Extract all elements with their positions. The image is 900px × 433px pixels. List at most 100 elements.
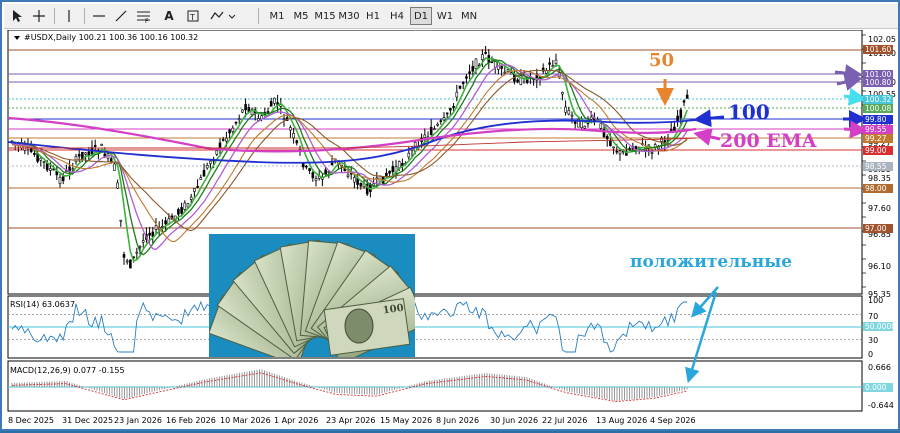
candle-body <box>42 161 46 163</box>
timeframe-w1[interactable]: W1 <box>434 7 456 25</box>
candle-body <box>116 182 119 189</box>
candle-body <box>39 157 43 161</box>
candle-body <box>138 245 142 248</box>
price-axis-label: 102.05 <box>868 35 896 44</box>
candle-body <box>449 108 452 111</box>
price-axis-label: 98.35 <box>868 174 891 183</box>
candle-body <box>653 144 657 148</box>
timeframe-m5[interactable]: M5 <box>290 7 312 25</box>
price-tag: 99.27 <box>863 134 893 143</box>
price-tag: 100.80 <box>863 78 893 87</box>
candle-body <box>154 225 158 230</box>
candle-body <box>589 116 593 120</box>
vertical-line-icon[interactable] <box>60 7 78 25</box>
price-tag: 99.55 <box>863 125 893 134</box>
ma50-annotation: 50 <box>649 50 675 71</box>
candle-body <box>93 144 97 147</box>
candle-body <box>269 101 273 107</box>
rsi-axis-label: 70 <box>868 312 879 321</box>
candle-body <box>679 109 683 118</box>
money-photo: 100 <box>209 234 415 357</box>
candle-body <box>205 165 209 169</box>
candle-body <box>273 97 276 104</box>
candle-body <box>221 139 225 141</box>
candle-body <box>119 219 123 222</box>
candle-body <box>461 82 465 84</box>
rsi-axis-label: 0 <box>868 350 874 359</box>
candle-body <box>125 260 129 263</box>
candle-body <box>423 134 427 138</box>
chart-area[interactable] <box>6 30 898 430</box>
candle-body <box>215 150 219 155</box>
timeframe-m1[interactable]: M1 <box>266 7 288 25</box>
date-axis-label: 4 Sep 2026 <box>650 416 696 425</box>
price-tag: 99.80 <box>863 115 893 124</box>
candle-body <box>148 232 151 236</box>
candle-body <box>183 202 187 210</box>
candle-body <box>305 165 308 168</box>
candle-body <box>231 127 235 132</box>
candle-body <box>266 111 270 113</box>
macd-axis-label: 0.666 <box>868 363 891 372</box>
candle-body <box>442 117 446 121</box>
svg-text:T: T <box>189 13 195 22</box>
price-axis-label: 97.60 <box>868 204 891 213</box>
candle-body <box>49 168 52 171</box>
timeframe-h1[interactable]: H1 <box>362 7 384 25</box>
candle-body <box>314 178 318 181</box>
candle-body <box>247 106 251 112</box>
price-tag: 98.00 <box>863 184 893 193</box>
candle-body <box>561 92 564 95</box>
candle-body <box>605 136 609 140</box>
symbol-info: #USDX,Daily 100.21 100.36 100.16 100.32 <box>24 33 199 42</box>
timeframe-m30[interactable]: M30 <box>338 7 360 25</box>
candle-body <box>660 137 663 142</box>
candle-body <box>324 169 327 175</box>
candle-body <box>177 209 180 215</box>
candle-body <box>481 54 484 60</box>
candle-body <box>506 69 510 72</box>
horizontal-line-icon[interactable] <box>90 7 108 25</box>
shapes-icon[interactable] <box>208 7 238 25</box>
candle-body <box>289 127 292 131</box>
chart-canvas[interactable] <box>6 30 898 430</box>
date-axis-label: 8 Jun 2026 <box>436 416 480 425</box>
crosshair-icon[interactable] <box>30 7 48 25</box>
candle-body <box>346 174 350 177</box>
timeframe-m15[interactable]: M15 <box>314 7 336 25</box>
candle-body <box>58 176 62 184</box>
candle-body <box>100 143 103 146</box>
price-axis-label: 96.10 <box>868 262 891 271</box>
candle-body <box>509 72 513 75</box>
timeframe-mn[interactable]: MN <box>458 7 480 25</box>
text-icon[interactable]: A <box>160 7 178 25</box>
cursor-icon[interactable] <box>8 7 26 25</box>
candle-body <box>615 150 619 153</box>
date-axis-label: 31 Dec 2025 <box>62 416 114 425</box>
candle-body <box>439 120 443 122</box>
trendline-icon[interactable] <box>112 7 130 25</box>
ma100-annotation: 100 <box>728 100 770 124</box>
candle-body <box>84 152 87 155</box>
candle-body <box>516 79 519 83</box>
candle-body <box>685 94 689 99</box>
timeframe-h4[interactable]: H4 <box>386 7 408 25</box>
candle-body <box>599 123 603 129</box>
candle-body <box>429 126 433 136</box>
candle-body <box>193 188 196 192</box>
candle-body <box>202 169 206 177</box>
date-axis-label: 13 Aug 2026 <box>596 416 648 425</box>
positive-annotation: положительные <box>630 252 793 272</box>
price-tag: 97.00 <box>863 224 893 233</box>
candle-body <box>135 251 139 254</box>
candle-body <box>570 114 574 117</box>
candle-body <box>468 71 471 74</box>
label-icon[interactable]: T <box>184 7 202 25</box>
candle-body <box>295 140 299 144</box>
candle-body <box>189 196 193 200</box>
candle-body <box>164 220 167 225</box>
candle-body <box>113 163 116 171</box>
candle-body <box>471 66 475 72</box>
fibo-icon[interactable]: F <box>134 7 154 25</box>
timeframe-d1[interactable]: D1 <box>410 7 432 25</box>
